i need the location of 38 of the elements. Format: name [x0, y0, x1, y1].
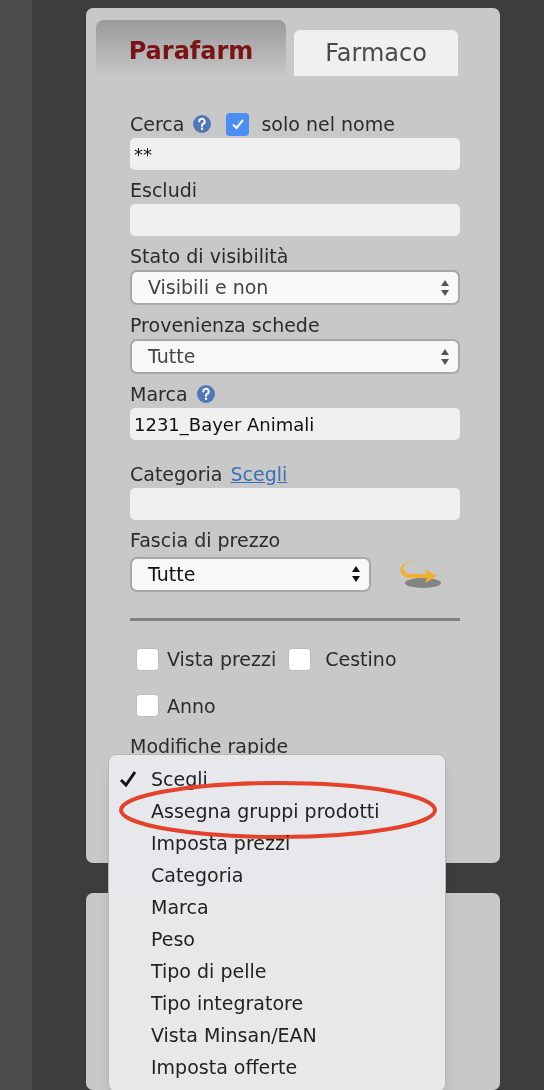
- help-icon[interactable]: [192, 114, 213, 134]
- checkbox-label: Vista prezzi: [167, 647, 277, 672]
- text-field[interactable]: **: [130, 138, 460, 170]
- select-arrows-icon: [440, 278, 450, 297]
- checkbox[interactable]: [136, 647, 159, 671]
- checkbox[interactable]: [288, 647, 312, 671]
- select-dropdown[interactable]: Tutte: [130, 556, 371, 592]
- field-label: Fascia di prezzo: [130, 527, 281, 553]
- help-icon[interactable]: [195, 384, 216, 404]
- menu-item[interactable]: Categoria: [151, 860, 244, 890]
- select-dropdown[interactable]: Visibili e non: [130, 270, 460, 305]
- menu-item[interactable]: Imposta offerte: [151, 1052, 298, 1082]
- text-field[interactable]: 1231_Bayer Animali: [130, 408, 460, 440]
- menu-item[interactable]: Vista Minsan/EAN: [151, 1020, 317, 1050]
- menu-item[interactable]: Tipo integratore: [151, 988, 304, 1018]
- field-label: Marca: [130, 381, 188, 407]
- text-field[interactable]: [130, 488, 460, 520]
- menu-item[interactable]: Marca: [151, 892, 209, 922]
- field-label: Modifiche rapide: [130, 734, 290, 759]
- text-field[interactable]: [130, 204, 460, 236]
- tab[interactable]: Farmaco: [294, 30, 458, 76]
- checkbox-label: Anno: [167, 693, 216, 719]
- menu-item[interactable]: Tipo di pelle: [151, 956, 267, 986]
- menu-item[interactable]: Scegli: [151, 764, 208, 794]
- field-label: Cerca: [130, 111, 185, 137]
- field-label: Stato di visibilità: [130, 243, 289, 269]
- field-label: Categoria: [130, 461, 223, 487]
- checkbox-label: solo nel nome: [261, 111, 395, 137]
- checkbox[interactable]: [136, 694, 159, 718]
- select-arrows-icon: [351, 565, 361, 583]
- select-arrows-icon: [440, 347, 450, 366]
- checkmark-icon: [230, 117, 245, 131]
- select-dropdown[interactable]: Tutte: [130, 339, 460, 374]
- field-label: Escludi: [130, 177, 197, 203]
- checkbox[interactable]: [226, 112, 250, 136]
- field-label: Provenienza schede: [130, 312, 320, 338]
- menu-item[interactable]: Peso: [151, 924, 195, 954]
- checkbox-label: Cestino: [325, 647, 397, 672]
